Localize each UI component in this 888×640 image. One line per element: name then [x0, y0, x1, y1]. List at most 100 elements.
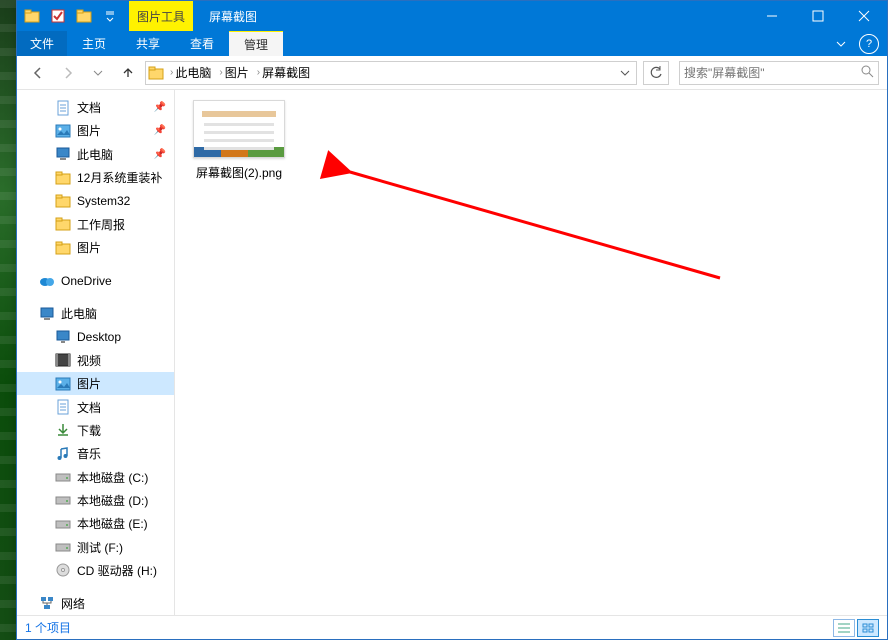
nav-item[interactable]: 此电脑: [17, 302, 174, 325]
nav-item[interactable]: 本地磁盘 (E:): [17, 512, 174, 535]
nav-item-label: 网络: [61, 595, 85, 612]
file-tab[interactable]: 文件: [17, 31, 67, 56]
status-item-count: 1 个项目: [25, 619, 71, 636]
nav-up-button[interactable]: [115, 60, 141, 86]
help-button[interactable]: ?: [859, 34, 879, 54]
nav-item[interactable]: System32: [17, 189, 174, 212]
content-pane[interactable]: 屏幕截图(2).png: [175, 90, 887, 615]
nav-item-label: 文档: [77, 399, 101, 416]
nav-item[interactable]: 本地磁盘 (C:): [17, 465, 174, 488]
folder-icon[interactable]: [73, 5, 95, 27]
nav-item-label: Desktop: [77, 330, 121, 344]
address-bar-row: ›此电脑 ›图片 ›屏幕截图: [17, 56, 887, 90]
nav-item[interactable]: 音乐: [17, 442, 174, 465]
nav-item[interactable]: 图片: [17, 372, 174, 395]
picture-icon: [55, 123, 71, 139]
view-mode-buttons: [833, 619, 879, 637]
nav-item[interactable]: CD 驱动器 (H:): [17, 559, 174, 582]
nav-item[interactable]: 文档📌: [17, 96, 174, 119]
status-bar: 1 个项目: [17, 615, 887, 639]
annotation-arrow: [340, 168, 740, 288]
pin-icon: 📌: [154, 149, 166, 160]
qat-dropdown-icon[interactable]: [99, 5, 121, 27]
nav-item[interactable]: 图片: [17, 236, 174, 259]
nav-back-button[interactable]: [25, 60, 51, 86]
nav-item[interactable]: 文档: [17, 395, 174, 418]
properties-icon[interactable]: [47, 5, 69, 27]
onedrive-icon: [39, 273, 55, 289]
navigation-pane: 文档📌图片📌此电脑📌12月系统重装补System32工作周报图片OneDrive…: [17, 90, 175, 615]
drive-icon: [55, 492, 71, 508]
nav-forward-button[interactable]: [55, 60, 81, 86]
file-item[interactable]: 屏幕截图(2).png: [189, 100, 289, 181]
nav-item[interactable]: 测试 (F:): [17, 535, 174, 558]
file-thumbnail: [193, 100, 285, 158]
nav-item-label: CD 驱动器 (H:): [77, 562, 157, 579]
folder-icon: [55, 193, 71, 209]
nav-item[interactable]: 此电脑📌: [17, 143, 174, 166]
ribbon-tabs: 文件 主页 共享 查看 管理 ?: [17, 31, 887, 56]
breadcrumb-label: 此电脑: [175, 64, 211, 81]
chevron-right-icon: ›: [219, 67, 222, 78]
context-tool-label: 图片工具: [129, 1, 193, 31]
nav-item[interactable]: 图片📌: [17, 119, 174, 142]
breadcrumb-segment[interactable]: ›此电脑: [168, 64, 213, 81]
address-dropdown-icon[interactable]: [616, 68, 634, 78]
drive-icon: [55, 516, 71, 532]
explorer-window: 图片工具 屏幕截图 文件 主页 共享 查看 管理 ? ›此电脑 ›图片 ›屏幕截…: [16, 0, 888, 640]
nav-item-label: 图片: [77, 375, 101, 392]
nav-item[interactable]: 12月系统重装补: [17, 166, 174, 189]
nav-item[interactable]: OneDrive: [17, 269, 174, 292]
minimize-button[interactable]: [749, 1, 795, 31]
icons-view-button[interactable]: [857, 619, 879, 637]
search-box[interactable]: [679, 61, 879, 85]
tab-share[interactable]: 共享: [121, 31, 175, 56]
nav-item-label: 本地磁盘 (D:): [77, 492, 148, 509]
tab-manage[interactable]: 管理: [229, 31, 283, 56]
nav-item-label: 下载: [77, 422, 101, 439]
pc-icon: [39, 306, 55, 322]
tab-home[interactable]: 主页: [67, 31, 121, 56]
breadcrumb-segment[interactable]: ›图片: [217, 64, 250, 81]
quick-access-toolbar: [17, 1, 125, 31]
ribbon-expand-icon[interactable]: [831, 39, 851, 49]
nav-item-label: 视频: [77, 352, 101, 369]
maximize-button[interactable]: [795, 1, 841, 31]
breadcrumb-segment[interactable]: ›屏幕截图: [255, 64, 312, 81]
address-bar[interactable]: ›此电脑 ›图片 ›屏幕截图: [145, 61, 637, 85]
nav-item[interactable]: Desktop: [17, 325, 174, 348]
refresh-button[interactable]: [643, 61, 669, 85]
nav-item-label: 图片: [77, 239, 101, 256]
nav-item-label: OneDrive: [61, 274, 112, 288]
folder-icon: [55, 240, 71, 256]
nav-item-label: 此电脑: [61, 305, 97, 322]
close-button[interactable]: [841, 1, 887, 31]
folder-icon[interactable]: [21, 5, 43, 27]
titlebar: 图片工具 屏幕截图: [17, 1, 887, 31]
doc-icon: [55, 399, 71, 415]
network-icon: [39, 595, 55, 611]
chevron-right-icon: ›: [257, 67, 260, 78]
download-icon: [55, 422, 71, 438]
doc-icon: [55, 100, 71, 116]
desktop-icon: [55, 329, 71, 345]
pin-icon: 📌: [154, 125, 166, 136]
nav-item[interactable]: 视频: [17, 349, 174, 372]
search-icon: [860, 64, 874, 81]
desktop-background-strip: [0, 0, 16, 640]
cd-icon: [55, 562, 71, 578]
chevron-right-icon: ›: [170, 67, 173, 78]
nav-recent-dropdown[interactable]: [85, 60, 111, 86]
nav-item-label: 12月系统重装补: [77, 169, 162, 186]
nav-item-label: 文档: [77, 99, 101, 116]
details-view-button[interactable]: [833, 619, 855, 637]
tab-view[interactable]: 查看: [175, 31, 229, 56]
search-input[interactable]: [684, 66, 860, 80]
nav-item-label: 本地磁盘 (E:): [77, 515, 148, 532]
nav-item[interactable]: 网络: [17, 592, 174, 615]
nav-item[interactable]: 下载: [17, 419, 174, 442]
file-name-label: 屏幕截图(2).png: [189, 164, 289, 181]
nav-item-label: 本地磁盘 (C:): [77, 469, 148, 486]
nav-item[interactable]: 工作周报: [17, 213, 174, 236]
nav-item[interactable]: 本地磁盘 (D:): [17, 489, 174, 512]
